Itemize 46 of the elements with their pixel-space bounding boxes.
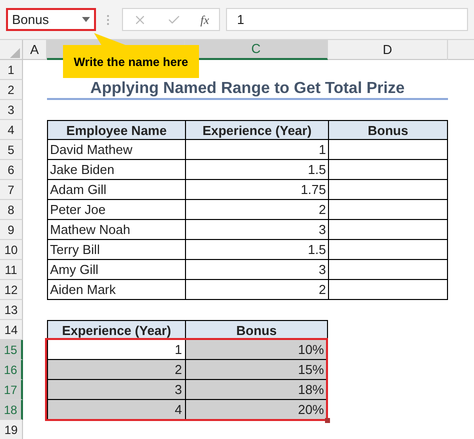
row-heading[interactable]: 7 <box>0 180 23 200</box>
row-heading[interactable]: 8 <box>0 200 23 220</box>
table-cell-text: David Mathew <box>49 141 134 160</box>
row-heading[interactable]: 18 <box>0 400 23 420</box>
grip-icon <box>106 14 110 26</box>
table-cell-text: Amy Gill <box>49 261 100 280</box>
table-cell-text: Aiden Mark <box>49 281 117 300</box>
table-cell: 2 <box>185 280 328 300</box>
formula-field[interactable]: 1 <box>226 8 468 31</box>
name-box[interactable]: Bonus <box>6 8 96 31</box>
row-heading[interactable]: 6 <box>0 160 23 180</box>
row-heading[interactable]: 13 <box>0 300 23 320</box>
row-heading[interactable]: 17 <box>0 380 23 400</box>
select-all-icon[interactable] <box>10 48 20 58</box>
row-heading[interactable]: 12 <box>0 280 23 300</box>
row-heading[interactable]: 11 <box>0 260 23 280</box>
dropdown-icon <box>82 17 90 22</box>
column-header: Experience (Year) <box>60 322 172 340</box>
sheet-title: Applying Named Range to Get Total Prize <box>90 79 405 99</box>
column-header: Employee Name <box>65 122 168 140</box>
table-cell: 20% <box>185 400 327 419</box>
table-cell-text: Mathew Noah <box>49 221 132 240</box>
row-heading[interactable]: 3 <box>0 100 23 120</box>
row-heading[interactable]: 1 <box>0 60 23 80</box>
table-cell: 2 <box>48 360 185 379</box>
table-cell: 4 <box>48 400 185 419</box>
row-heading[interactable]: 10 <box>0 240 23 260</box>
row-heading[interactable]: 16 <box>0 360 23 380</box>
table-cell: 15% <box>185 360 327 379</box>
row-heading[interactable]: 2 <box>0 80 23 100</box>
function-button[interactable]: fx <box>200 10 210 28</box>
row-heading[interactable]: 15 <box>0 340 23 360</box>
table-cell: 3 <box>48 380 185 399</box>
row-heading[interactable]: 9 <box>0 220 23 240</box>
column-heading[interactable]: C <box>185 40 328 60</box>
row-heading[interactable]: 4 <box>0 120 23 140</box>
row-heading[interactable]: 19 <box>0 420 23 439</box>
row-heading[interactable]: 5 <box>0 140 23 160</box>
table-cell-text: Jake Biden <box>49 161 116 180</box>
row-heading[interactable]: 14 <box>0 320 23 340</box>
column-heading[interactable]: D <box>328 40 448 60</box>
table-cell: 18% <box>185 380 327 399</box>
table-cell-text: Peter Joe <box>49 201 107 220</box>
table-cell: 10% <box>185 340 327 359</box>
table-cell-text: Terry Bill <box>49 241 101 260</box>
table-cell-text: Adam Gill <box>49 181 108 200</box>
